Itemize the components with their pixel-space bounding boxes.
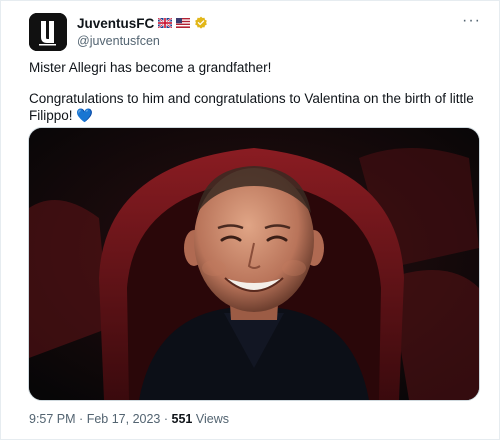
tweet-photo[interactable] (28, 127, 480, 401)
author-info: JuventusFC @juventusfcen (77, 14, 208, 48)
blue-heart-icon: 💙 (76, 108, 94, 123)
date-views-separator: · (163, 412, 169, 426)
uk-flag-icon (158, 18, 173, 28)
tweet-text-line2: Congratulations to him and congratulatio… (29, 90, 479, 124)
views-label: Views (195, 412, 229, 426)
tweet-text-line1: Mister Allegri has become a grandfather! (29, 60, 272, 75)
tweet-date[interactable]: Feb 17, 2023 (87, 412, 161, 426)
photo-image (29, 128, 479, 400)
tweet-meta: 9:57 PM · Feb 17, 2023 · 551 Views (29, 412, 229, 426)
tweet-card: JuventusFC @juventusfcen ··· Mister Alle… (0, 0, 500, 440)
author-handle[interactable]: @juventusfcen (77, 34, 208, 48)
tweet-time[interactable]: 9:57 PM (29, 412, 76, 426)
display-name[interactable]: JuventusFC (77, 16, 154, 31)
views-count: 551 (171, 412, 193, 426)
time-date-separator: · (79, 412, 84, 426)
more-options-icon[interactable]: ··· (462, 13, 481, 29)
tweet-header: JuventusFC @juventusfcen ··· (29, 13, 485, 53)
verified-badge-icon (194, 16, 208, 30)
juventus-logo-icon (29, 13, 67, 51)
avatar[interactable] (29, 13, 67, 51)
us-flag-icon (176, 18, 191, 28)
tweet-text-body: Congratulations to him and congratulatio… (29, 91, 474, 123)
